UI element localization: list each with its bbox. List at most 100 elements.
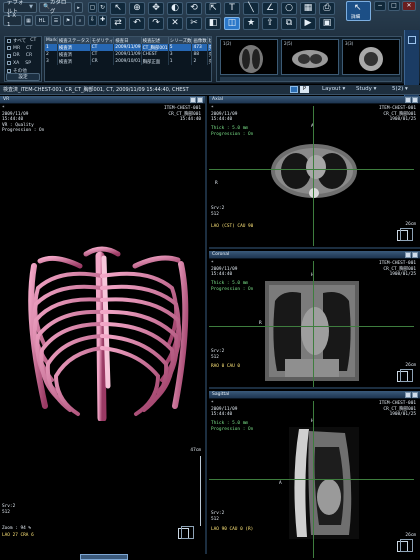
orientation-cube-icon[interactable] (397, 369, 413, 382)
angle-icon[interactable]: ∠ (262, 2, 278, 15)
sync-icon[interactable] (405, 252, 411, 258)
thumbnail-scrollbar[interactable] (220, 77, 400, 81)
filter-item[interactable]: すべて CT (5, 37, 41, 45)
thickness-readout: Thick : 5.0 mm Progression : On (211, 126, 254, 137)
column-header[interactable]: 検査日 (113, 37, 142, 44)
roi-icon[interactable]: ○ (281, 2, 297, 15)
search-options-button[interactable]: ⌕ (75, 15, 85, 26)
link-icon[interactable] (290, 86, 298, 93)
mpr-icon[interactable]: ◫ (224, 17, 240, 30)
window-level-icon[interactable]: ◐ (167, 2, 183, 15)
pan-icon[interactable]: ✥ (148, 2, 164, 15)
vr-viewport[interactable]: VR * 2009/11/09 15:44:40 VR : Quality Pr… (0, 96, 207, 554)
column-header[interactable]: Mark (45, 37, 58, 44)
new-window-icon[interactable]: ▢ (88, 2, 97, 13)
viewport-header: Axial (209, 96, 420, 104)
compare-icon[interactable]: ⧉ (281, 17, 297, 30)
sync-icon[interactable] (405, 392, 411, 398)
sagittal-viewport[interactable]: Sagittal * 2009/11/09 15:44:40 ITEM-CHES… (209, 391, 420, 560)
maximize-icon[interactable] (412, 97, 418, 103)
maximize-icon[interactable] (197, 97, 203, 103)
panel-toggle-icon (408, 36, 416, 44)
study-menu[interactable]: Study ▾ (356, 86, 376, 92)
refresh-icon[interactable]: ↻ (98, 2, 107, 13)
rotate-icon[interactable]: ⟲ (186, 2, 202, 15)
column-header[interactable]: 状態 (207, 37, 211, 44)
sync-icon[interactable]: ⇄ (110, 17, 126, 30)
grid-layout-icon[interactable]: ▦ (300, 2, 316, 15)
checkbox[interactable] (7, 38, 11, 43)
print-icon[interactable]: ⎙ (319, 2, 335, 15)
column-header[interactable]: モダリティ (90, 37, 115, 44)
hl-button[interactable]: HL (35, 15, 49, 26)
minimize-icon[interactable]: − (374, 1, 386, 11)
p-button[interactable]: P (300, 86, 309, 93)
crosshair-horizontal[interactable] (209, 479, 414, 480)
column-header[interactable]: 検査記述 (141, 37, 169, 44)
series-thumbnail[interactable]: 1(2) (220, 39, 278, 75)
filter-item[interactable]: DR CR (5, 52, 41, 60)
table-row[interactable]: 1検査済CT2009/11/09CT_胸部0015473完 (45, 44, 211, 51)
crosshair-vertical[interactable] (313, 401, 314, 558)
coronal-viewport[interactable]: Coronal * 2009/11/09 15:44:40 ITEM-CHEST… (209, 251, 420, 389)
arrow-pointer-icon[interactable]: ↖ (110, 2, 126, 15)
filter-settings-button[interactable]: 設定 (6, 73, 40, 81)
orientation-cube-icon[interactable] (397, 228, 413, 241)
axial-viewport[interactable]: Axial * 2009/11/09 15:44:40 ITEM-CHEST-0… (209, 96, 420, 249)
table-row[interactable]: 2検査済CT2009/11/09CHEST388完 (45, 51, 211, 58)
cut-icon[interactable]: ✂ (186, 17, 202, 30)
crosshair-vertical[interactable] (313, 106, 314, 246)
column-header[interactable]: 画像数 (191, 37, 208, 44)
zoom-icon[interactable]: ⊕ (129, 2, 145, 15)
close-icon[interactable]: ✕ (402, 1, 416, 11)
layout-menu[interactable]: Layout ▾ (322, 86, 345, 92)
filter-item[interactable]: MR CT (5, 45, 41, 53)
catalog-search[interactable]: 🔍 カタログ (39, 0, 72, 15)
catalog-next-button[interactable]: ▸ (74, 2, 83, 13)
series-thumbnail[interactable]: 2(5) (281, 39, 339, 75)
maximize-icon[interactable]: □ (388, 1, 400, 11)
key-image-icon[interactable]: ★ (243, 17, 259, 30)
pin-icon[interactable]: ✚ (98, 14, 107, 26)
crosshair-vertical[interactable] (313, 261, 314, 387)
column-header[interactable]: シリーズ数 (168, 37, 193, 44)
layout-select[interactable]: 1 X 1 (3, 13, 22, 28)
crosshair-horizontal[interactable] (209, 326, 414, 327)
sync-icon[interactable] (405, 97, 411, 103)
sync-icon[interactable] (190, 97, 196, 103)
maximize-icon[interactable] (412, 392, 418, 398)
redo-icon[interactable]: ↷ (148, 17, 164, 30)
filter-button[interactable]: ⚑ (63, 15, 73, 26)
maximize-icon[interactable] (412, 252, 418, 258)
patient-info-text: 検査済_ITEM-CHEST-001, CR_CT_胸部001, CT, 200… (3, 87, 189, 93)
viewport-title: Axial (212, 97, 223, 102)
cine-icon[interactable]: ▶ (300, 17, 316, 30)
page-slider[interactable] (80, 554, 128, 560)
undo-icon[interactable]: ↶ (129, 17, 145, 30)
orientation-cube-icon[interactable] (178, 526, 194, 539)
checkbox[interactable] (7, 53, 11, 58)
detail-button[interactable]: ↖ 詳細 (346, 1, 371, 21)
delete-icon[interactable]: ✕ (167, 17, 183, 30)
text-annotation-icon[interactable]: T (224, 2, 240, 15)
crosshair-horizontal[interactable] (209, 169, 414, 170)
overlay-bottom-left: Srv:2 512 (2, 504, 16, 515)
table-row[interactable]: 3検査済CR2009/10/01胸部正面12完 (45, 58, 211, 65)
checkbox[interactable] (7, 61, 11, 66)
list-view-button[interactable]: ☰ (51, 15, 61, 26)
overlay-bottom-left: Srv:2 512 (211, 206, 225, 217)
series-thumbnail[interactable]: 3(3) (342, 39, 400, 75)
line-measure-icon[interactable]: ╲ (243, 2, 259, 15)
import-icon[interactable]: ⇩ (88, 14, 97, 26)
orientation-cube-icon[interactable] (397, 539, 413, 552)
checkbox[interactable] (7, 46, 11, 51)
page-indicator[interactable]: 5(2) ▾ (392, 86, 408, 92)
export-icon[interactable]: ⇪ (262, 17, 278, 30)
mask-icon[interactable]: ◧ (205, 17, 221, 30)
layout-grid-button[interactable]: ▦ (24, 15, 33, 26)
cursor-icon[interactable]: ⇱ (205, 2, 221, 15)
overlay-top-left: * 2009/11/09 15:44:40 (211, 401, 238, 418)
filter-item[interactable]: XA SP (5, 60, 41, 68)
save-icon[interactable]: ▣ (319, 17, 335, 30)
column-header[interactable]: 検査ステータス (57, 37, 91, 44)
